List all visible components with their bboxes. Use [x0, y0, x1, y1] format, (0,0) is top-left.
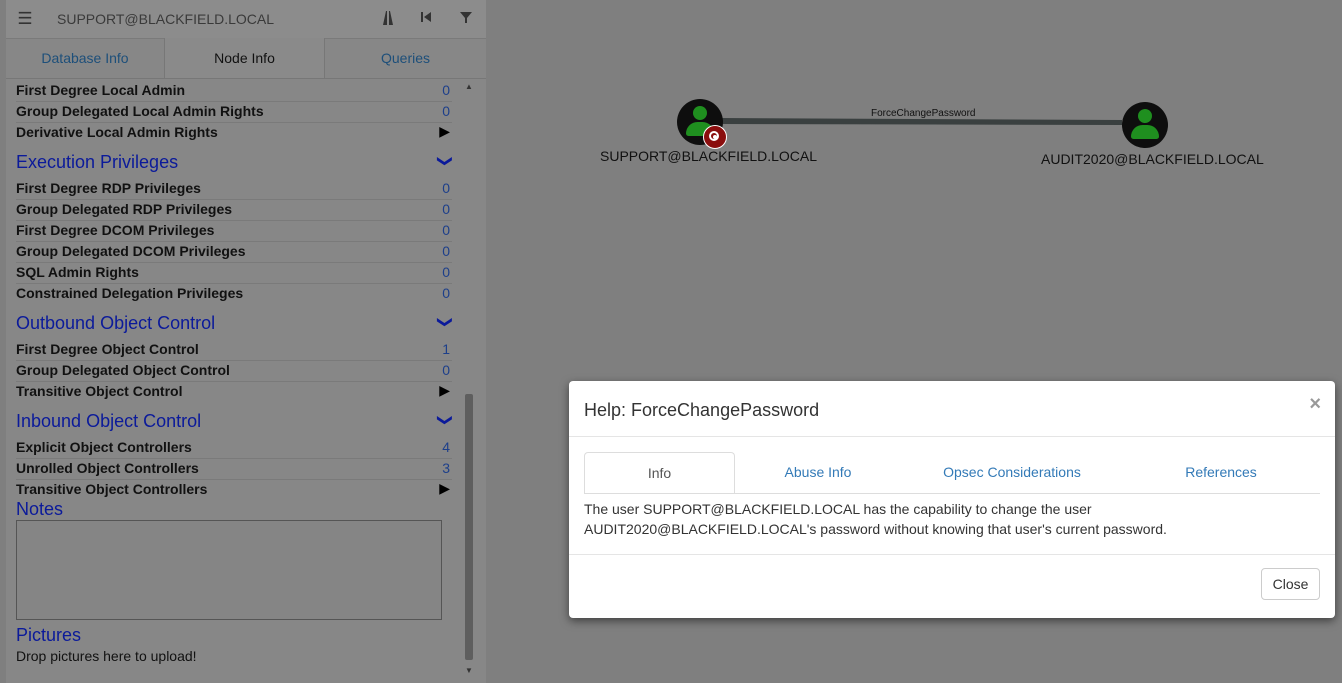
- row-label: First Degree RDP Privileges: [16, 180, 201, 196]
- table-row[interactable]: Group Delegated RDP Privileges 0: [16, 199, 452, 221]
- row-label: First Degree Local Admin: [16, 82, 186, 98]
- table-row[interactable]: SQL Admin Rights 0: [16, 262, 452, 284]
- row-label: Group Delegated DCOM Privileges: [16, 243, 246, 259]
- section-title: Outbound Object Control: [16, 313, 216, 333]
- help-modal: Help: ForceChangePassword × Info Abuse I…: [569, 381, 1335, 618]
- edge-force-change-password[interactable]: [720, 118, 1122, 125]
- row-value[interactable]: 0: [442, 82, 450, 98]
- help-description: The user SUPPORT@BLACKFIELD.LOCAL has th…: [584, 501, 1167, 537]
- row-label: SQL Admin Rights: [16, 264, 139, 280]
- user-node-audit2020[interactable]: [1122, 102, 1168, 148]
- scroll-down-icon[interactable]: ▼: [464, 666, 474, 675]
- section-title: Execution Privileges: [16, 152, 179, 172]
- close-button[interactable]: Close: [1261, 568, 1320, 600]
- node-label-audit2020: AUDIT2020@BLACKFIELD.LOCAL: [1041, 151, 1264, 167]
- menu-icon[interactable]: ☰: [16, 10, 34, 28]
- table-row[interactable]: Group Delegated Object Control 0: [16, 360, 452, 382]
- row-label: Constrained Delegation Privileges: [16, 285, 244, 301]
- row-value[interactable]: 0: [442, 264, 450, 280]
- table-row[interactable]: Derivative Local Admin Rights ▶: [16, 122, 452, 143]
- panel-scrollbar[interactable]: ▲ ▼: [464, 80, 474, 680]
- table-row[interactable]: Constrained Delegation Privileges 0: [16, 283, 452, 304]
- row-value[interactable]: 4: [442, 439, 450, 455]
- row-label: Unrolled Object Controllers: [16, 460, 199, 476]
- node-info-panel: ☰ SUPPORT@BLACKFIELD.LOCAL Database Info…: [6, 0, 486, 683]
- filter-icon[interactable]: [457, 10, 475, 28]
- table-row[interactable]: Explicit Object Controllers 4: [16, 437, 452, 459]
- table-row[interactable]: First Degree DCOM Privileges 0: [16, 220, 452, 242]
- pathfinding-icon[interactable]: [379, 10, 397, 28]
- tab-queries[interactable]: Queries: [325, 38, 486, 78]
- expand-arrow-icon[interactable]: ▶: [439, 382, 450, 399]
- table-row[interactable]: Transitive Object Controllers ▶: [16, 479, 452, 500]
- user-icon-body: [1131, 125, 1159, 139]
- row-value[interactable]: 0: [442, 180, 450, 196]
- edge-label: ForceChangePassword: [871, 108, 976, 119]
- row-value[interactable]: 0: [442, 362, 450, 378]
- panel-tabs: Database Info Node Info Queries: [6, 38, 486, 79]
- search-bar: ☰ SUPPORT@BLACKFIELD.LOCAL: [6, 0, 486, 39]
- row-value[interactable]: 0: [442, 222, 450, 238]
- scrollbar-thumb[interactable]: [465, 394, 473, 660]
- node-properties: First Degree Local Admin 0 Group Delegate…: [16, 80, 455, 680]
- table-row[interactable]: Unrolled Object Controllers 3: [16, 458, 452, 480]
- row-label: Derivative Local Admin Rights: [16, 124, 218, 140]
- notes-textarea[interactable]: [16, 520, 442, 620]
- tabs-divider: [584, 493, 1320, 494]
- pictures-dropzone[interactable]: Drop pictures here to upload!: [16, 648, 197, 664]
- tab-abuse-info[interactable]: Abuse Info: [749, 452, 887, 492]
- tab-info[interactable]: Info: [584, 452, 735, 494]
- modal-title: Help: ForceChangePassword: [584, 400, 820, 420]
- row-value[interactable]: 3: [442, 460, 450, 476]
- owned-target-icon: [703, 125, 727, 149]
- pictures-title: Pictures: [16, 625, 82, 645]
- row-value[interactable]: 0: [442, 285, 450, 301]
- tab-node-info[interactable]: Node Info: [165, 38, 325, 78]
- row-label: Group Delegated Object Control: [16, 362, 230, 378]
- scroll-up-icon[interactable]: ▲: [464, 82, 474, 91]
- table-row[interactable]: Group Delegated Local Admin Rights 0: [16, 101, 452, 123]
- section-header-inbound[interactable]: Inbound Object Control ❯: [16, 411, 455, 432]
- section-title: Inbound Object Control: [16, 411, 202, 431]
- row-value[interactable]: 1: [442, 341, 450, 357]
- row-value[interactable]: 0: [442, 243, 450, 259]
- section-header-outbound[interactable]: Outbound Object Control ❯: [16, 313, 455, 334]
- row-value[interactable]: 0: [442, 201, 450, 217]
- section-header-execution[interactable]: Execution Privileges ❯: [16, 152, 455, 173]
- divider: [569, 554, 1335, 555]
- user-icon-head: [1138, 109, 1152, 123]
- table-row[interactable]: First Degree Object Control 1: [16, 339, 452, 361]
- row-label: Group Delegated RDP Privileges: [16, 201, 233, 217]
- row-label: Transitive Object Controllers: [16, 481, 208, 497]
- chevron-down-icon[interactable]: ❯: [437, 155, 455, 168]
- row-value[interactable]: 0: [442, 103, 450, 119]
- row-label: First Degree DCOM Privileges: [16, 222, 215, 238]
- divider: [569, 436, 1335, 437]
- tab-opsec-considerations[interactable]: Opsec Considerations: [929, 452, 1095, 492]
- expand-arrow-icon[interactable]: ▶: [439, 480, 450, 497]
- node-label-support: SUPPORT@BLACKFIELD.LOCAL: [600, 148, 818, 164]
- row-label: Group Delegated Local Admin Rights: [16, 103, 264, 119]
- table-row[interactable]: Group Delegated DCOM Privileges 0: [16, 241, 452, 263]
- close-icon[interactable]: ×: [1309, 393, 1321, 416]
- tab-references[interactable]: References: [1169, 452, 1273, 492]
- expand-arrow-icon[interactable]: ▶: [439, 123, 450, 140]
- table-row[interactable]: Transitive Object Control ▶: [16, 381, 452, 402]
- row-label: Transitive Object Control: [16, 383, 183, 399]
- table-row[interactable]: First Degree Local Admin 0: [16, 80, 452, 102]
- search-input[interactable]: SUPPORT@BLACKFIELD.LOCAL: [57, 11, 274, 27]
- row-label: First Degree Object Control: [16, 341, 199, 357]
- row-label: Explicit Object Controllers: [16, 439, 192, 455]
- tab-database-info[interactable]: Database Info: [6, 38, 165, 78]
- back-icon[interactable]: [417, 10, 435, 28]
- notes-title: Notes: [16, 499, 64, 519]
- chevron-down-icon[interactable]: ❯: [437, 414, 455, 427]
- table-row[interactable]: First Degree RDP Privileges 0: [16, 178, 452, 200]
- chevron-down-icon[interactable]: ❯: [437, 316, 455, 329]
- user-icon-head: [693, 106, 707, 120]
